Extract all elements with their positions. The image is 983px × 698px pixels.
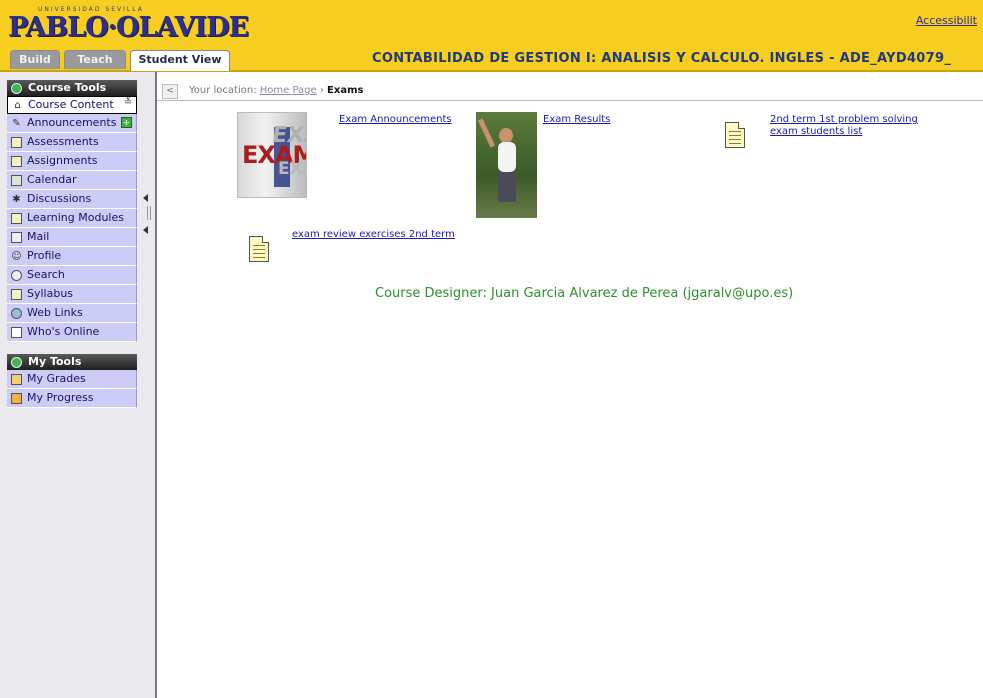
exams-image-text: EXAMS <box>278 159 306 179</box>
sidebar-item-label: Profile <box>27 249 62 262</box>
main-content: < Your location: Home Page › Exams EXAMS… <box>157 72 983 698</box>
sidebar-item-discussions[interactable]: ✱ Discussions <box>7 190 137 209</box>
sidebar-item-mail[interactable]: Mail <box>7 228 137 247</box>
sidebar-item-label: Discussions <box>27 192 92 205</box>
course-designer-text: Course Designer: Juan Garcia Alvarez de … <box>375 286 794 301</box>
sidebar-item-syllabus[interactable]: Syllabus <box>7 285 137 304</box>
discussions-icon: ✱ <box>12 193 21 205</box>
photo-arm <box>477 118 496 148</box>
tab-build[interactable]: Build <box>10 50 60 69</box>
photo-body <box>498 142 516 172</box>
announcements-icon: ✎ <box>12 117 21 129</box>
course-title: CONTABILIDAD DE GESTION I: ANALISIS Y CA… <box>372 51 952 66</box>
logo-wordmark: PABLO·OLAVIDE <box>8 12 249 43</box>
my-tools-header[interactable]: My Tools <box>7 354 137 370</box>
learning-modules-icon <box>11 212 22 224</box>
sidebar-item-search[interactable]: Search <box>7 266 137 285</box>
sidebar-item-calendar[interactable]: Calendar <box>7 171 137 190</box>
exam-results-photo[interactable] <box>476 112 537 218</box>
my-tools-title: My Tools <box>28 355 82 368</box>
sidebar-item-label: Search <box>27 268 65 281</box>
sidebar-item-label: Assignments <box>27 154 98 167</box>
calendar-icon <box>11 174 22 186</box>
sidebar-item-assignments[interactable]: Assignments <box>7 152 137 171</box>
exams-image[interactable]: EXAMS EXAMS EXAMS <box>237 112 307 198</box>
breadcrumb-prefix: Your location: <box>189 85 260 96</box>
drag-handle-icon[interactable] <box>147 206 151 220</box>
students-list-link[interactable]: 2nd term 1st problem solving exam studen… <box>770 114 945 138</box>
exam-review-exercises-link[interactable]: exam review exercises 2nd term <box>292 229 455 241</box>
sidebar-item-learning-modules[interactable]: Learning Modules <box>7 209 137 228</box>
sidebar-item-profile[interactable]: ☺ Profile <box>7 247 137 266</box>
course-tools-bullet-icon <box>11 82 22 94</box>
sidebar-item-label: Learning Modules <box>27 211 124 224</box>
sidebar-item-web-links[interactable]: Web Links <box>7 304 137 323</box>
sidebar-item-label: Announcements <box>27 116 117 129</box>
back-button[interactable]: < <box>162 84 178 99</box>
chevron-left-icon[interactable] <box>143 226 148 234</box>
sidebar-item-label: Web Links <box>27 306 83 319</box>
photo-legs <box>498 172 516 202</box>
photo-head <box>499 128 513 143</box>
new-content-icon: + <box>121 117 132 128</box>
sidebar-item-whos-online[interactable]: Who's Online <box>7 323 137 342</box>
sidebar-item-label: Course Content <box>28 98 114 111</box>
web-links-icon <box>11 307 22 319</box>
breadcrumb-separator: › <box>316 85 328 96</box>
exam-results-link[interactable]: Exam Results <box>543 114 610 126</box>
sidebar-item-label: Syllabus <box>27 287 74 300</box>
course-tools-header[interactable]: Course Tools <box>7 80 137 96</box>
mail-icon <box>11 231 22 243</box>
sidebar-item-my-grades[interactable]: My Grades <box>7 370 137 389</box>
grades-icon <box>11 373 22 385</box>
breadcrumb-current: Exams <box>327 85 364 96</box>
home-icon: ⌂ <box>14 99 21 111</box>
profile-icon: ☺ <box>11 250 22 262</box>
sidebar-item-my-progress[interactable]: My Progress <box>7 389 137 408</box>
sidebar: Course Tools ⌂ Course Content ✎ Announce… <box>0 72 157 698</box>
sidebar-item-label: Who's Online <box>27 325 100 338</box>
course-tools-menu: Course Tools ⌂ Course Content ✎ Announce… <box>7 80 137 342</box>
progress-icon <box>11 392 22 404</box>
whos-online-icon <box>11 326 22 338</box>
tab-teach[interactable]: Teach <box>64 50 126 69</box>
sidebar-item-course-content[interactable]: ⌂ Course Content <box>7 96 137 114</box>
breadcrumb-path: Your location: Home Page › Exams <box>189 82 363 100</box>
accessibility-link[interactable]: Accessibilit <box>916 14 977 27</box>
sidebar-item-label: Calendar <box>27 173 77 186</box>
search-icon <box>11 269 22 281</box>
assignments-icon <box>11 155 22 167</box>
assessments-icon <box>11 136 22 148</box>
breadcrumb: < Your location: Home Page › Exams <box>157 82 983 101</box>
my-tools-bullet-icon <box>11 356 22 368</box>
chevron-left-icon[interactable] <box>143 194 148 202</box>
my-tools-menu: My Tools My Grades My Progress <box>7 354 137 408</box>
course-tools-title: Course Tools <box>28 81 107 94</box>
chevron-down-icon[interactable]: ≚ <box>124 97 132 108</box>
breadcrumb-home-link[interactable]: Home Page <box>260 85 317 96</box>
sidebar-item-assessments[interactable]: Assessments <box>7 133 137 152</box>
tab-student-view[interactable]: Student View <box>130 50 230 71</box>
collapse-sidebar-handle[interactable] <box>143 194 151 238</box>
sidebar-item-label: My Progress <box>27 391 94 404</box>
syllabus-icon <box>11 288 22 300</box>
document-icon[interactable] <box>249 236 269 262</box>
document-icon[interactable] <box>725 122 745 148</box>
university-logo[interactable]: UNIVERSIDAD SEVILLA PABLO·OLAVIDE <box>8 6 249 46</box>
header-bar: UNIVERSIDAD SEVILLA PABLO·OLAVIDE Access… <box>0 0 983 72</box>
sidebar-item-label: Assessments <box>27 135 99 148</box>
exam-announcements-link[interactable]: Exam Announcements <box>339 114 452 126</box>
sidebar-item-label: My Grades <box>27 372 86 385</box>
sidebar-item-announcements[interactable]: ✎ Announcements + <box>7 114 137 133</box>
sidebar-item-label: Mail <box>27 230 50 243</box>
